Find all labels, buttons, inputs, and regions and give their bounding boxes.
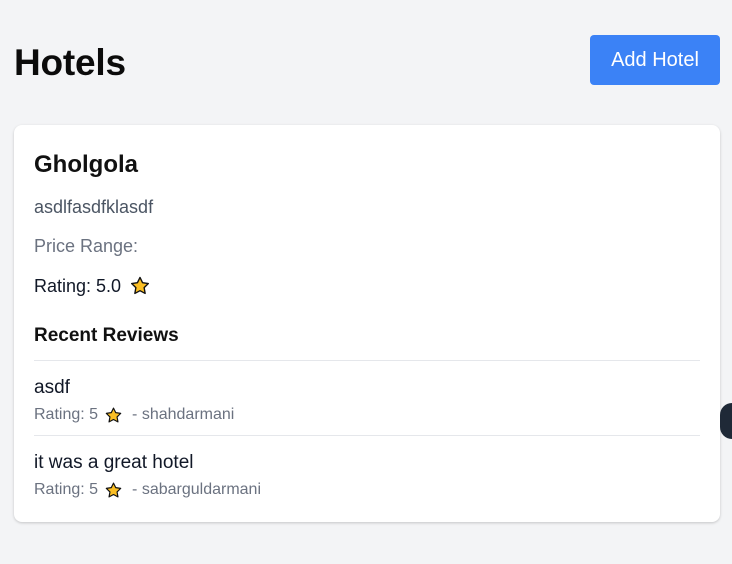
review-author: - sabarguldarmani	[132, 481, 261, 498]
add-hotel-button[interactable]: Add Hotel	[590, 35, 720, 85]
hotel-card: Gholgola asdlfasdfklasdf Price Range: Ra…	[14, 125, 720, 522]
star-icon	[105, 407, 122, 423]
review-comment: it was a great hotel	[34, 452, 194, 473]
review-item: asdf Rating: 5 - shahdarmani	[34, 360, 700, 435]
hotel-rating-text: Rating: 5.0	[34, 276, 122, 296]
review-item: it was a great hotel Rating: 5 - sabargu…	[34, 435, 700, 510]
hotel-description: asdlfasdfklasdf	[34, 197, 154, 217]
review-rating: Rating: 5	[34, 406, 99, 423]
review-author: - shahdarmani	[132, 406, 235, 423]
star-icon	[105, 482, 122, 498]
hotels-page: Hotels Add Hotel Gholgola asdlfasdfklasd…	[0, 0, 732, 564]
review-comment: asdf	[34, 377, 70, 398]
review-rating: Rating: 5	[34, 481, 99, 498]
star-icon	[131, 276, 150, 295]
price-range: Price Range:	[34, 236, 139, 256]
reviews-list: asdf Rating: 5 - shahdarmani it was a gr…	[34, 360, 700, 510]
hotel-rating: Rating: 5.0	[34, 274, 151, 298]
hotel-name: Gholgola	[34, 151, 138, 178]
page-header: Hotels Add Hotel	[14, 35, 720, 85]
floating-control[interactable]	[720, 403, 732, 439]
page-title: Hotels	[14, 42, 126, 83]
recent-reviews-heading: Recent Reviews	[34, 325, 179, 346]
review-meta: Rating: 5 - shahdarmani	[34, 405, 234, 425]
review-meta: Rating: 5 - sabarguldarmani	[34, 480, 261, 500]
